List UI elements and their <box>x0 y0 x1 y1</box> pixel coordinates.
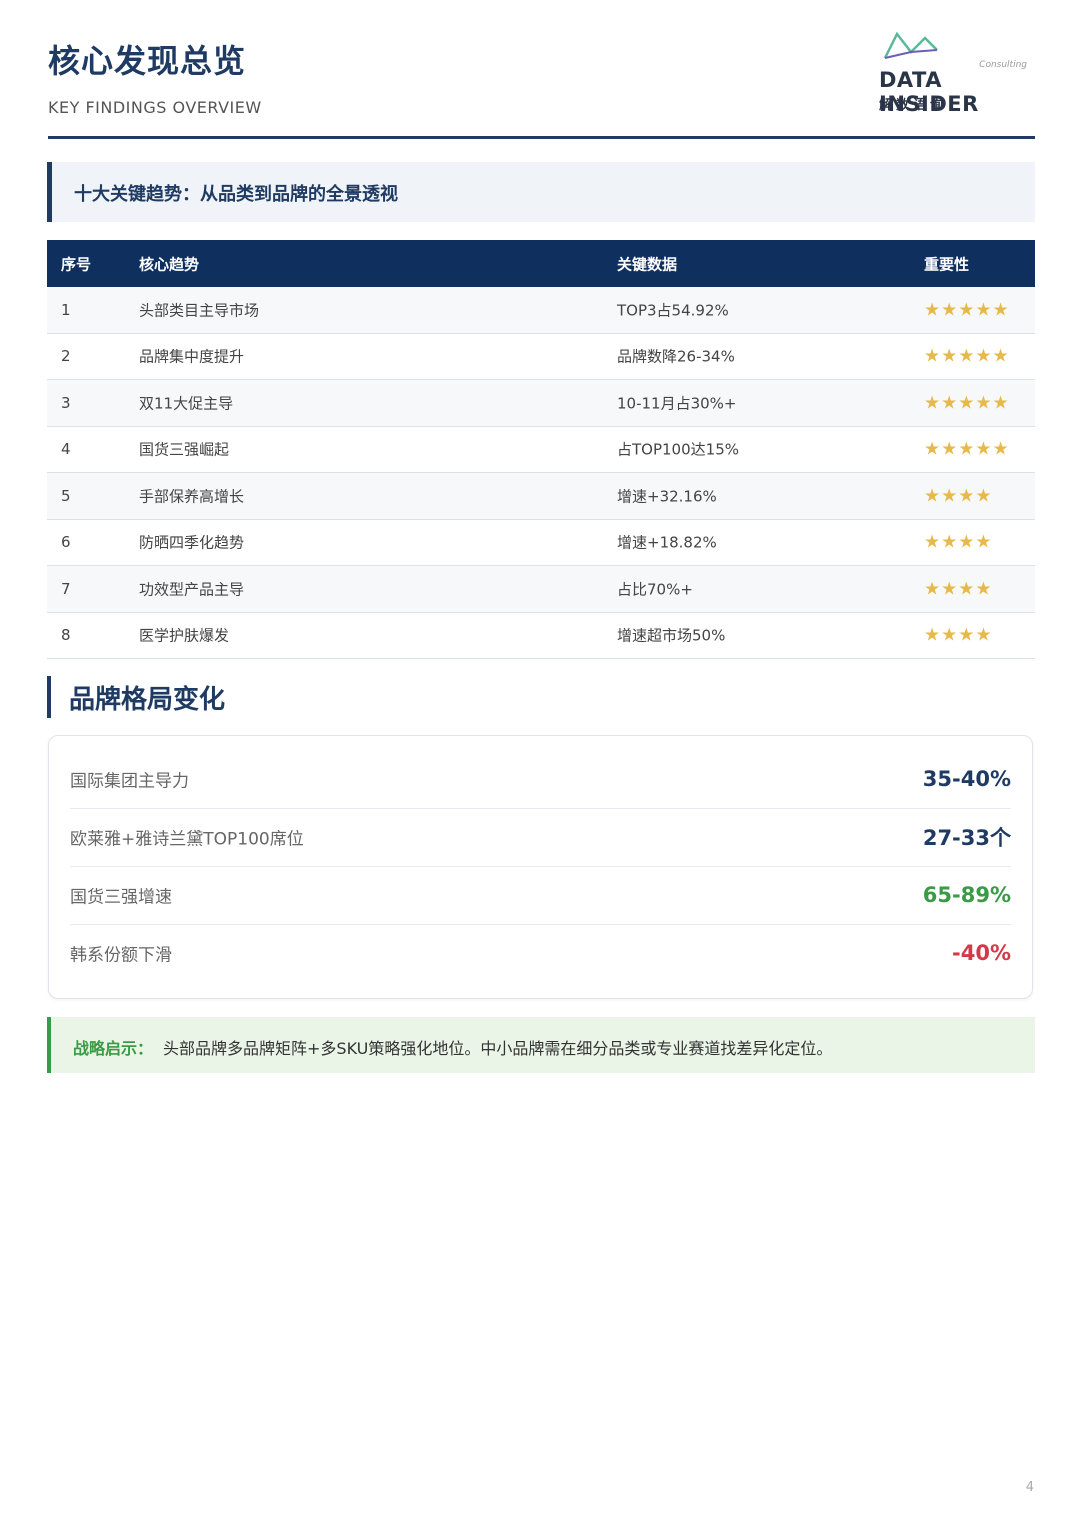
page-number: 4 <box>1025 1480 1034 1495</box>
metric-row: 国际集团主导力 35-40% <box>70 750 1011 809</box>
metric-label: 欧莱雅+雅诗兰黛TOP100席位 <box>70 829 304 850</box>
row-data: 增速超市场50% <box>617 626 726 645</box>
table-row: 7 功效型产品主导 占比70%+ ★★★★ <box>47 566 1035 613</box>
row-no: 2 <box>61 347 71 366</box>
logo-mark-icon <box>883 32 938 59</box>
star-rating-icon: ★★★★ <box>924 485 993 507</box>
trends-banner: 十大关键趋势：从品类到品牌的全景透视 <box>47 162 1035 222</box>
metric-value: 65-89% <box>922 883 1011 907</box>
row-data: TOP3占54.92% <box>617 301 729 320</box>
strategy-tip: 战略启示： 头部品牌多品牌矩阵+多SKU策略强化地位。中小品牌需在细分品类或专业… <box>47 1017 1035 1073</box>
table-row: 6 防晒四季化趋势 增速+18.82% ★★★★ <box>47 520 1035 566</box>
row-data: 增速+18.82% <box>617 533 717 552</box>
header-no: 序号 <box>61 255 92 273</box>
row-no: 5 <box>61 486 71 505</box>
row-no: 6 <box>61 533 71 552</box>
trends-table: 序号 核心趋势 关键数据 重要性 1 头部类目主导市场 TOP3占54.92% … <box>47 240 1035 659</box>
star-rating-icon: ★★★★★ <box>924 299 1010 321</box>
row-no: 8 <box>61 626 71 645</box>
table-row: 4 国货三强崛起 占TOP100达15% ★★★★★ <box>47 427 1035 473</box>
row-trend: 国货三强崛起 <box>139 440 230 459</box>
table-header: 序号 核心趋势 关键数据 重要性 <box>47 240 1035 287</box>
row-trend: 双11大促主导 <box>139 394 234 413</box>
metric-value: 27-33个 <box>922 826 1011 850</box>
table-body: 1 头部类目主导市场 TOP3占54.92% ★★★★★ 2 品牌集中度提升 品… <box>47 287 1035 659</box>
page-header: 核心发现总览 KEY FINDINGS OVERVIEW Consulting … <box>48 32 1035 139</box>
page-subtitle: KEY FINDINGS OVERVIEW <box>48 98 262 117</box>
row-no: 4 <box>61 440 71 459</box>
table-row: 2 品牌集中度提升 品牌数降26-34% ★★★★★ <box>47 334 1035 380</box>
page-title: 核心发现总览 <box>48 42 247 80</box>
header-data: 关键数据 <box>617 255 678 273</box>
star-rating-icon: ★★★★★ <box>924 345 1010 367</box>
star-rating-icon: ★★★★ <box>924 624 993 646</box>
brand-metrics-card: 国际集团主导力 35-40% 欧莱雅+雅诗兰黛TOP100席位 27-33个 国… <box>48 735 1033 999</box>
data-insider-logo: Consulting DATA INSIDER 解数语询 <box>879 32 1029 116</box>
row-no: 7 <box>61 579 71 598</box>
star-rating-icon: ★★★★ <box>924 531 993 553</box>
metric-label: 韩系份额下滑 <box>70 945 172 966</box>
table-row: 1 头部类目主导市场 TOP3占54.92% ★★★★★ <box>47 287 1035 334</box>
row-data: 占比70%+ <box>617 580 693 599</box>
row-data: 增速+32.16% <box>617 487 717 506</box>
row-data: 10-11月占30%+ <box>617 394 737 413</box>
header-importance: 重要性 <box>924 255 970 273</box>
row-data: 品牌数降26-34% <box>617 347 735 366</box>
row-no: 3 <box>61 393 71 412</box>
brand-section-title: 品牌格局变化 <box>69 685 226 715</box>
row-trend: 手部保养高增长 <box>139 487 245 506</box>
row-trend: 医学护肤爆发 <box>139 626 230 645</box>
row-trend: 品牌集中度提升 <box>139 347 245 366</box>
star-rating-icon: ★★★★★ <box>924 438 1010 460</box>
banner-text: 十大关键趋势：从品类到品牌的全景透视 <box>74 184 398 205</box>
row-no: 1 <box>61 300 71 319</box>
metric-row: 韩系份额下滑 -40% <box>70 924 1011 982</box>
brand-section-heading: 品牌格局变化 <box>47 676 225 718</box>
table-row: 8 医学护肤爆发 增速超市场50% ★★★★ <box>47 613 1035 659</box>
metric-label: 国际集团主导力 <box>70 771 189 792</box>
star-rating-icon: ★★★★ <box>924 578 993 600</box>
row-trend: 功效型产品主导 <box>139 580 245 599</box>
header-trend: 核心趋势 <box>139 255 200 273</box>
row-trend: 头部类目主导市场 <box>139 301 260 320</box>
tip-text: 头部品牌多品牌矩阵+多SKU策略强化地位。中小品牌需在细分品类或专业赛道找差异化… <box>163 1039 833 1058</box>
table-row: 3 双11大促主导 10-11月占30%+ ★★★★★ <box>47 380 1035 427</box>
logo-brand-cn: 解数语询 <box>879 98 948 113</box>
row-trend: 防晒四季化趋势 <box>139 533 245 552</box>
metric-label: 国货三强增速 <box>70 887 172 908</box>
metric-row: 国货三强增速 65-89% <box>70 866 1011 925</box>
table-row: 5 手部保养高增长 增速+32.16% ★★★★ <box>47 473 1035 520</box>
row-data: 占TOP100达15% <box>617 440 739 459</box>
star-rating-icon: ★★★★★ <box>924 392 1010 414</box>
metric-value: 35-40% <box>922 767 1011 791</box>
metric-value: -40% <box>952 941 1011 965</box>
metric-row: 欧莱雅+雅诗兰黛TOP100席位 27-33个 <box>70 808 1011 867</box>
tip-label: 战略启示： <box>73 1039 154 1058</box>
